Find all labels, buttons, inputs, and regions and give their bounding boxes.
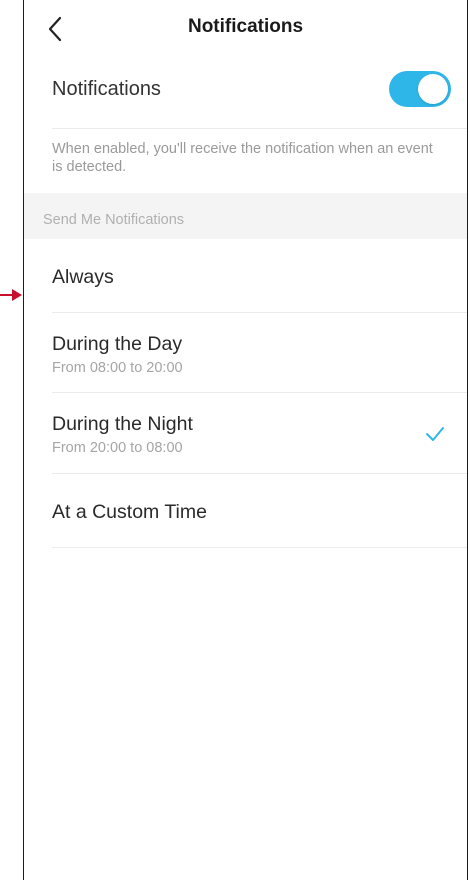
toggle-knob <box>418 74 448 104</box>
option-during-the-day[interactable]: During the Day From 08:00 to 20:00 <box>24 313 467 393</box>
page-title: Notifications <box>187 16 304 37</box>
option-subtitle: From 20:00 to 08:00 <box>52 440 183 456</box>
notifications-description: When enabled, you'll receive the notific… <box>52 141 433 175</box>
section-header: Send Me Notifications <box>24 193 467 239</box>
option-always[interactable]: Always <box>24 239 467 313</box>
annotation-arrow-icon <box>0 289 22 301</box>
divider <box>52 547 467 548</box>
nav-header: Notifications <box>24 0 467 56</box>
option-title: At a Custom Time <box>52 501 207 523</box>
notifications-toggle-label: Notifications <box>52 78 161 100</box>
option-subtitle: From 08:00 to 20:00 <box>52 360 183 376</box>
divider <box>52 128 467 129</box>
option-title: Always <box>52 266 114 288</box>
section-title: Send Me Notifications <box>43 212 185 228</box>
option-during-the-night[interactable]: During the Night From 20:00 to 08:00 <box>24 393 467 474</box>
option-title: During the Day <box>52 333 183 355</box>
option-title: During the Night <box>52 413 193 435</box>
notifications-toggle-switch[interactable] <box>389 71 451 107</box>
phone-screen: Notifications Notifications When enabled… <box>23 0 468 880</box>
notifications-toggle-row: Notifications <box>24 60 467 120</box>
page: Notifications Notifications When enabled… <box>0 0 470 880</box>
option-at-a-custom-time[interactable]: At a Custom Time <box>24 474 467 548</box>
checkmark-icon <box>426 427 444 441</box>
